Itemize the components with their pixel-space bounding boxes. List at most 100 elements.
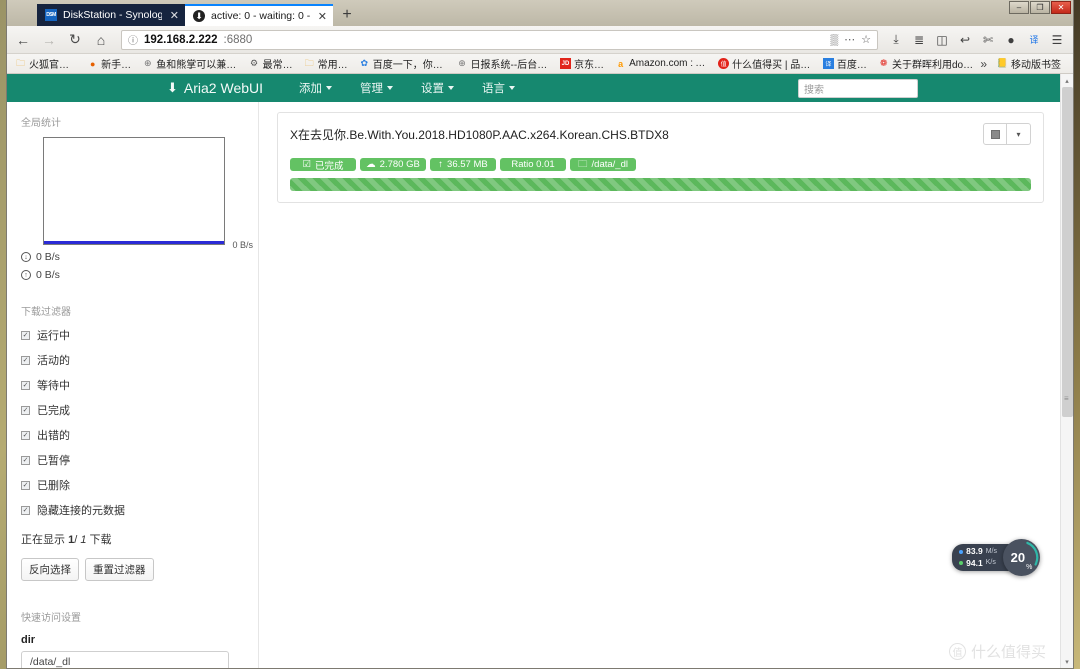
bookmark-item[interactable]: ⊕ 日报系统--后台管理… [453, 55, 555, 72]
showing-prefix: 正在显示 [21, 534, 65, 546]
global-stats-title: 全局统计 [21, 118, 61, 129]
checkbox-icon[interactable]: ✓ [21, 430, 30, 440]
checkbox-icon[interactable]: ✓ [21, 355, 30, 365]
page-viewport: ⬇ Aria2 WebUI 添加 管理 设置 语言 搜索 全局统计 0 B/s … [7, 74, 1073, 668]
scroll-down-icon[interactable]: ▾ [1061, 655, 1074, 668]
checkbox-icon[interactable]: ✓ [21, 405, 30, 415]
field-dir[interactable]: /data/_dl [21, 651, 229, 668]
checkbox-icon[interactable]: ✓ [21, 505, 30, 515]
filter-waiting[interactable]: ✓ 等待中 [21, 377, 248, 393]
url-bar[interactable]: ⓘ 192.168.2.222:6880 ▒ ⋯ ☆ [121, 29, 878, 50]
bookmark-item[interactable]: a Amazon.com : Appl… [611, 57, 713, 70]
url-path: :6880 [223, 33, 253, 46]
downloads-icon[interactable]: ⤓ [886, 30, 906, 50]
download-item[interactable]: X在去见你.Be.With.You.2018.HD1080P.AAC.x264.… [277, 112, 1044, 203]
back-icon[interactable]: ← [11, 29, 35, 51]
bookmark-item[interactable]: ✿ 百度一下，你就知道 [355, 55, 452, 72]
reload-icon[interactable]: ↻ [63, 29, 87, 51]
aria2-brand[interactable]: ⬇ Aria2 WebUI [167, 80, 263, 96]
bookmark-item[interactable]: JD 京东商城 [556, 55, 610, 72]
translate-icon[interactable]: 译 [1024, 30, 1044, 50]
bookmark-item[interactable]: 🗀 火狐官方站点 [11, 55, 82, 72]
cpu-usage-circle[interactable]: 20 % [1003, 539, 1040, 576]
checkbox-icon[interactable]: ✓ [21, 480, 30, 490]
download-rate-icon: ↓ [21, 252, 31, 262]
bookmark-item[interactable]: 值 什么值得买 | 品质消… [714, 55, 818, 72]
mobile-bookmarks-label: 移动版书签 [1011, 60, 1061, 71]
page-actions-icon[interactable]: ⋯ [844, 33, 855, 46]
filter-label: 已删除 [37, 480, 70, 492]
bookmarks-right-group: » 📒 移动版书签 [980, 55, 1069, 72]
scroll-up-icon[interactable]: ▴ [1061, 74, 1074, 87]
download-circle-icon: ⬇ [167, 80, 178, 95]
filter-complete[interactable]: ✓ 已完成 [21, 402, 248, 418]
menu-settings[interactable]: 设置 [407, 74, 468, 102]
home-icon[interactable]: ⌂ [89, 29, 113, 51]
browser-tab-aria2[interactable]: ⬇ active: 0 - waiting: 0 - stopp ✕ [185, 4, 333, 26]
globe-icon: ⊕ [458, 58, 466, 68]
browser-tab-diskstation[interactable]: DSM DiskStation - Synology DiskS ✕ [37, 4, 185, 26]
checkbox-icon[interactable]: ✓ [21, 330, 30, 340]
upload-rate-icon: ↑ [21, 270, 31, 280]
filter-running[interactable]: ✓ 活动的 [21, 352, 248, 368]
bookmark-item[interactable]: ❁ 关于群晖利用docker… [874, 55, 979, 72]
library-icon[interactable]: ≣ [909, 30, 929, 50]
upload-rate-row: ↑ 0 B/s [21, 269, 248, 281]
maximize-button[interactable]: ❐ [1030, 1, 1050, 14]
filter-hide-metadata[interactable]: ✓ 隐藏连接的元数据 [21, 502, 248, 518]
tab-close-icon[interactable]: ✕ [168, 9, 179, 22]
chat-bubble-icon[interactable]: ● [1001, 30, 1021, 50]
reset-filters-button[interactable]: 重置过滤器 [85, 558, 154, 581]
menu-manage[interactable]: 管理 [346, 74, 407, 102]
checkbox-icon[interactable]: ✓ [21, 455, 30, 465]
upload-rate-value: 0 B/s [36, 269, 60, 281]
bookmark-item[interactable]: ⚙ 最常访问 [245, 55, 299, 72]
menu-settings-label: 设置 [421, 83, 445, 95]
folder-icon: 🗀 [15, 57, 25, 68]
download-title: X在去见你.Be.With.You.2018.HD1080P.AAC.x264.… [290, 128, 669, 142]
speed-monitor-widget[interactable]: 83.9 M/s 94.1 K/s 20 % [952, 539, 1040, 576]
menu-language[interactable]: 语言 [468, 74, 529, 102]
filter-error[interactable]: ✓ 出错的 [21, 427, 248, 443]
undo-close-tab-icon[interactable]: ↩ [955, 30, 975, 50]
download-menu-button[interactable]: ▾ [1007, 123, 1031, 145]
page-scrollbar[interactable]: ▴ ≡ ▾ [1060, 74, 1073, 668]
tab-close-icon[interactable]: ✕ [316, 10, 327, 23]
filter-removed[interactable]: ✓ 已删除 [21, 477, 248, 493]
invert-selection-button[interactable]: 反向选择 [21, 558, 79, 581]
amazon-icon: a [618, 58, 624, 69]
filter-label: 隐藏连接的元数据 [37, 505, 125, 517]
forward-icon[interactable]: → [37, 29, 61, 51]
filter-label: 等待中 [37, 380, 70, 392]
screenshot-icon[interactable]: ✄ [978, 30, 998, 50]
bookmark-item[interactable]: 译 百度翻译 [819, 55, 873, 72]
menu-add[interactable]: 添加 [285, 74, 346, 102]
upload-icon: ↑ [438, 159, 444, 170]
qr-code-icon[interactable]: ▒ [830, 34, 838, 46]
new-tab-button[interactable]: + [333, 4, 361, 26]
bookmark-icon: ❁ [879, 58, 888, 68]
minimize-button[interactable]: – [1009, 1, 1029, 14]
gear-icon: ⚙ [250, 58, 259, 68]
bookmark-label: 火狐官方站点 [29, 60, 79, 71]
filter-label: 已完成 [37, 405, 70, 417]
filter-active[interactable]: ✓ 运行中 [21, 327, 248, 343]
bookmark-item[interactable]: ⊕ 鱼和熊掌可以兼得—… [138, 55, 243, 72]
bookmarks-overflow-icon[interactable]: » [980, 57, 987, 71]
filter-paused[interactable]: ✓ 已暂停 [21, 452, 248, 468]
stop-button[interactable] [983, 123, 1007, 145]
sidebar-icon[interactable]: ◫ [932, 30, 952, 50]
tab-strip: DSM DiskStation - Synology DiskS ✕ ⬇ act… [7, 0, 1073, 26]
bookmark-label: 日报系统--后台管理… [470, 60, 551, 71]
scrollbar-thumb[interactable] [1062, 87, 1073, 417]
bookmark-star-icon[interactable]: ☆ [861, 33, 871, 46]
close-button[interactable]: ✕ [1051, 1, 1071, 14]
search-input[interactable]: 搜索 [798, 78, 918, 98]
bookmark-item[interactable]: ● 新手上路 [83, 55, 137, 72]
app-menu-icon[interactable]: ☰ [1047, 30, 1067, 50]
bookmark-item[interactable]: 🗀 常用网址 [300, 55, 354, 72]
smzdm-icon: 值 [718, 58, 730, 69]
mobile-bookmarks-item[interactable]: 📒 移动版书签 [993, 55, 1065, 72]
badge-uploaded-text: 36.57 MB [447, 159, 488, 170]
checkbox-icon[interactable]: ✓ [21, 380, 30, 390]
